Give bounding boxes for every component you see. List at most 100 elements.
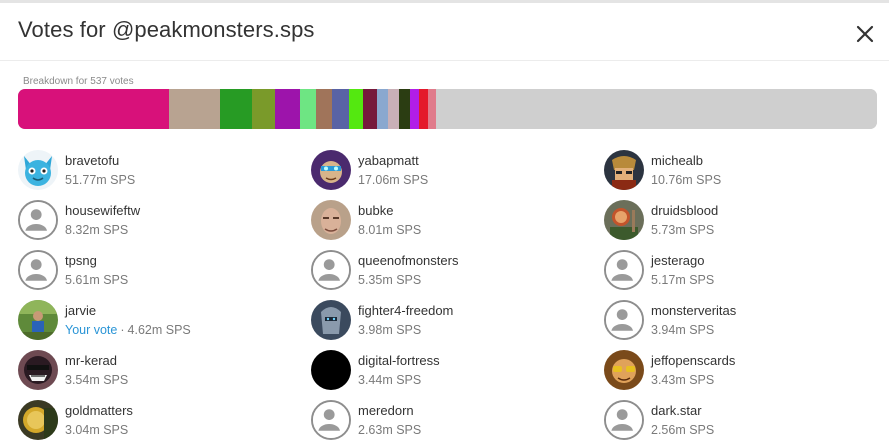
voter-name[interactable]: fighter4-freedom [358,302,453,319]
voter-name[interactable]: jeffopenscards [651,352,735,369]
voter-amount: 17.06m SPS [358,172,429,187]
voter-meta: 5.35m SPS [358,271,458,289]
voter-item[interactable]: jesterago 5.17m SPS [604,250,889,290]
your-vote-label: Your vote [65,322,118,337]
voter-name[interactable]: goldmatters [65,402,133,419]
default-user-icon[interactable] [18,200,58,240]
voter-name[interactable]: meredorn [358,402,421,419]
voter-name[interactable]: mr-kerad [65,352,128,369]
breakdown-label: Breakdown for 537 votes [23,76,134,87]
gold-coin-avatar[interactable] [18,400,58,440]
voter-name[interactable]: housewifeftw [65,202,140,219]
breakdown-segment[interactable] [436,89,877,129]
voter-amount: 10.76m SPS [651,172,722,187]
voter-info: dark.star 2.56m SPS [651,402,714,439]
cat-avatar-icon[interactable] [18,150,58,190]
voter-item[interactable]: digital-fortress 3.44m SPS [311,350,604,390]
breakdown-segment[interactable] [299,89,317,129]
voter-meta: 3.44m SPS [358,371,440,389]
voter-meta: 3.04m SPS [65,421,133,439]
breakdown-segment[interactable] [376,89,389,129]
voter-item[interactable]: michealb 10.76m SPS [604,150,889,190]
voter-name[interactable]: bravetofu [65,152,135,169]
warrior-avatar-icon[interactable] [604,150,644,190]
black-circle-avatar[interactable] [311,350,351,390]
voter-name[interactable]: druidsblood [651,202,718,219]
voter-name[interactable]: yabapmatt [358,152,428,169]
voter-meta: 17.06m SPS [358,171,428,189]
voter-item[interactable]: druidsblood 5.73m SPS [604,200,889,240]
voter-info: tpsng 5.61m SPS [65,252,128,289]
voter-amount: 3.04m SPS [65,422,129,437]
voter-item[interactable]: housewifeftw 8.32m SPS [18,200,311,240]
voter-item[interactable]: yabapmatt 17.06m SPS [311,150,604,190]
outdoor-photo-avatar[interactable] [18,300,58,340]
knight-avatar-icon[interactable] [311,300,351,340]
close-icon[interactable] [852,21,878,47]
voter-amount: 5.17m SPS [651,272,715,287]
breakdown-segment[interactable] [251,89,275,129]
voter-item[interactable]: jarvie Your vote · 4.62m SPS [18,300,311,340]
voter-meta: 3.54m SPS [65,371,128,389]
breakdown-segment[interactable] [332,89,349,129]
voter-name[interactable]: queenofmonsters [358,252,458,269]
voter-name[interactable]: michealb [651,152,721,169]
breakdown-segment[interactable] [169,89,220,129]
voter-amount: 3.54m SPS [65,372,129,387]
voter-amount: 3.43m SPS [651,372,715,387]
masked-avatar-icon[interactable] [18,350,58,390]
voter-amount: 5.73m SPS [651,222,715,237]
voter-item[interactable]: queenofmonsters 5.35m SPS [311,250,604,290]
voter-name[interactable]: jarvie [65,302,191,319]
default-user-icon[interactable] [604,250,644,290]
voter-item[interactable]: dark.star 2.56m SPS [604,400,889,440]
druid-avatar-icon[interactable] [604,200,644,240]
voter-meta: 5.73m SPS [651,221,718,239]
voter-name[interactable]: dark.star [651,402,714,419]
voter-item[interactable]: goldmatters 3.04m SPS [18,400,311,440]
default-user-icon[interactable] [604,400,644,440]
voter-item[interactable]: monsterveritas 3.94m SPS [604,300,889,340]
voter-info: jarvie Your vote · 4.62m SPS [65,302,191,339]
voter-name[interactable]: tpsng [65,252,128,269]
default-user-icon[interactable] [18,250,58,290]
breakdown-segment[interactable] [348,89,364,129]
voter-item[interactable]: tpsng 5.61m SPS [18,250,311,290]
breakdown-segment[interactable] [363,89,377,129]
default-user-icon[interactable] [311,250,351,290]
breakdown-segment[interactable] [419,89,428,129]
voter-item[interactable]: fighter4-freedom 3.98m SPS [311,300,604,340]
breakdown-segment[interactable] [399,89,410,129]
breakdown-segment[interactable] [427,89,437,129]
voter-item[interactable]: mr-kerad 3.54m SPS [18,350,311,390]
close-button[interactable] [852,21,878,47]
separator-dot: · [120,322,125,337]
voter-info: michealb 10.76m SPS [651,152,721,189]
voter-info: bubke 8.01m SPS [358,202,421,239]
voter-amount: 4.62m SPS [127,322,191,337]
voter-name[interactable]: bubke [358,202,421,219]
voter-name[interactable]: digital-fortress [358,352,440,369]
breakdown-segment[interactable] [409,89,420,129]
voter-amount: 8.32m SPS [65,222,129,237]
voter-meta: 3.43m SPS [651,371,735,389]
breakdown-segment[interactable] [388,89,400,129]
voter-item[interactable]: meredorn 2.63m SPS [311,400,604,440]
voter-item[interactable]: bubke 8.01m SPS [311,200,604,240]
voter-item[interactable]: jeffopenscards 3.43m SPS [604,350,889,390]
sunglasses-avatar-icon[interactable] [604,350,644,390]
robot-avatar-icon[interactable] [311,150,351,190]
voter-meta: 3.98m SPS [358,321,453,339]
voter-name[interactable]: monsterveritas [651,302,736,319]
face-photo-avatar[interactable] [311,200,351,240]
breakdown-segment[interactable] [274,89,300,129]
voter-item[interactable]: bravetofu 51.77m SPS [18,150,311,190]
voter-name[interactable]: jesterago [651,252,714,269]
breakdown-segment[interactable] [18,89,170,129]
breakdown-segment[interactable] [316,89,333,129]
voter-info: mr-kerad 3.54m SPS [65,352,128,389]
default-user-icon[interactable] [604,300,644,340]
default-user-icon[interactable] [311,400,351,440]
breakdown-segment[interactable] [219,89,252,129]
voter-info: housewifeftw 8.32m SPS [65,202,140,239]
